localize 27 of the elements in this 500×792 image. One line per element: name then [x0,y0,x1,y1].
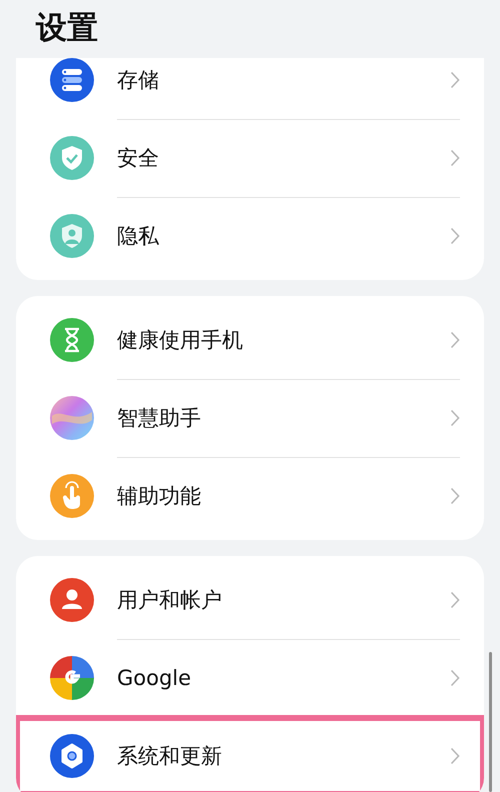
chevron-icon [450,330,460,348]
hourglass-icon [50,318,94,362]
menu-item[interactable]: 系统和更新 [16,717,484,792]
chevron-icon [450,590,460,608]
g-logo-icon [50,656,94,700]
settings-icon [50,734,94,778]
menu-item[interactable]: 辅助功能 [16,457,484,535]
shield-check-icon [50,136,94,180]
gradient-orb-icon [50,396,94,440]
menu-item[interactable]: 存储 [16,58,484,119]
menu-item[interactable]: Google [16,639,484,717]
menu-item[interactable]: 智慧助手 [16,379,484,457]
chevron-icon [450,408,460,426]
chevron-icon [450,487,460,505]
hand-pointer-icon [50,474,94,518]
chevron-icon [450,70,460,88]
page-title: 设置 [36,9,98,48]
chevron-icon [450,747,460,765]
shield-person-icon [50,214,94,258]
menu-item[interactable]: 隐私 [16,197,484,275]
chevron-icon [450,668,460,686]
chevron-icon [450,148,460,166]
chevron-icon [450,227,460,245]
person-icon [50,578,94,622]
menu-item[interactable]: 用户和帐户 [16,561,484,639]
menu-item[interactable]: 健康使用手机 [16,301,484,379]
menu-item[interactable]: 安全 [16,119,484,197]
